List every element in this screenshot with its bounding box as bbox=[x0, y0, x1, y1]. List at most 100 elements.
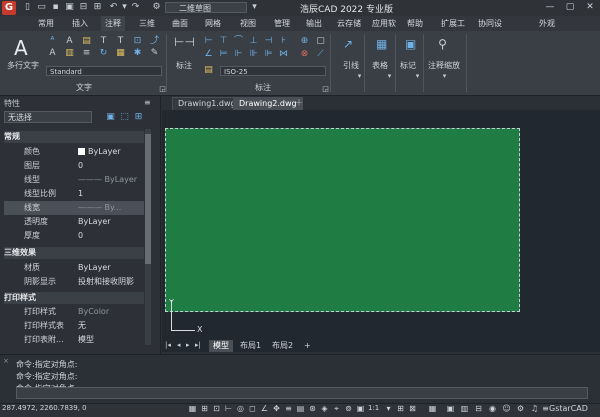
grid-icon[interactable]: ⊞ bbox=[200, 404, 209, 414]
text-mask-icon[interactable]: ⊡ bbox=[133, 37, 142, 46]
prop-row-color[interactable]: 颜色 ByLayer bbox=[4, 145, 144, 159]
lineweight-icon[interactable]: ≡ bbox=[284, 404, 293, 414]
selection-cycle-icon[interactable]: ⊛ bbox=[308, 404, 317, 414]
diameter-dim-icon[interactable]: ⊦ bbox=[279, 37, 288, 46]
tab-insert[interactable]: 插入 bbox=[68, 16, 92, 31]
text-edit-icon[interactable]: ✎ bbox=[150, 49, 159, 58]
settings-icon[interactable]: ⚙ bbox=[516, 404, 525, 414]
text-replace-icon[interactable]: ▦ bbox=[116, 49, 125, 58]
tab-manage[interactable]: 管理 bbox=[270, 16, 294, 31]
text-frame-icon[interactable]: ▥ bbox=[65, 49, 74, 58]
tab-surface[interactable]: 曲面 bbox=[168, 16, 192, 31]
hardware-accel-icon[interactable]: ▥ bbox=[460, 404, 469, 414]
text-arc-icon[interactable]: ⤴ bbox=[150, 37, 159, 46]
3d-osnap-icon[interactable]: ◈ bbox=[320, 404, 329, 414]
tolerance-icon[interactable]: ▢ bbox=[316, 37, 325, 46]
undo-dropdown-icon[interactable]: ▾ bbox=[119, 2, 130, 13]
prop-row-transparency[interactable]: 透明度 ByLayer bbox=[4, 215, 144, 229]
save-as-icon[interactable]: ▣ bbox=[64, 2, 75, 13]
tab-extend[interactable]: 扩展工 bbox=[437, 16, 469, 31]
markup-icon[interactable]: ▣ bbox=[405, 38, 416, 50]
text-justify-icon[interactable]: ≡ bbox=[82, 49, 91, 58]
single-line-text-icon[interactable]: A bbox=[48, 49, 57, 58]
snap-icon[interactable]: ⊡ bbox=[212, 404, 221, 414]
new-tab-icon[interactable]: ＋ bbox=[295, 97, 303, 108]
ortho-icon[interactable]: ⊢ bbox=[224, 404, 233, 414]
save-icon[interactable]: ▪ bbox=[50, 2, 61, 13]
toggle-pickadd-icon[interactable]: ▣ bbox=[105, 112, 116, 123]
close-button[interactable]: ✕ bbox=[580, 1, 600, 14]
dim-break-icon[interactable]: ⋈ bbox=[279, 50, 288, 59]
print-icon[interactable]: ⊟ bbox=[78, 2, 89, 13]
tab-mesh[interactable]: 网格 bbox=[201, 16, 225, 31]
dim-style-combo[interactable]: ISO-25 bbox=[220, 66, 326, 76]
table-icon[interactable]: ▦ bbox=[376, 38, 387, 50]
quick-dim-icon[interactable]: ⊪ bbox=[249, 50, 258, 59]
find-text-icon[interactable]: A bbox=[65, 37, 74, 46]
ordinate-dim-icon[interactable]: ⊥ bbox=[249, 37, 258, 46]
new-file-icon[interactable]: ▯ bbox=[22, 2, 33, 13]
tab-prev-icon[interactable]: ◂ bbox=[177, 341, 181, 349]
leader-icon[interactable]: ↗ bbox=[343, 38, 353, 50]
minimize-button[interactable]: — bbox=[540, 1, 560, 14]
table-button[interactable]: 表格 bbox=[372, 60, 388, 71]
open-folder-icon[interactable]: ▭ bbox=[36, 2, 47, 13]
dim-panel-launcher-icon[interactable]: ◲ bbox=[321, 85, 330, 94]
select-objects-icon[interactable]: ⬚ bbox=[119, 112, 130, 123]
lock-ui-icon[interactable]: ▦ bbox=[428, 404, 437, 414]
linear-dim-icon[interactable]: ⊢ bbox=[204, 37, 213, 46]
annotation-visibility-icon[interactable]: ⌖ bbox=[332, 404, 341, 414]
layout-tab-layout2[interactable]: 布局2 bbox=[268, 340, 297, 352]
tab-apps[interactable]: 应用软 bbox=[368, 16, 400, 31]
workspace-icon[interactable]: ⚙ bbox=[151, 2, 162, 13]
inspect-dim-icon[interactable]: ⊗ bbox=[300, 50, 309, 59]
otrack-icon[interactable]: ∠ bbox=[260, 404, 269, 414]
tab-next-icon[interactable]: ▸ bbox=[186, 341, 190, 349]
prop-row-linetype-scale[interactable]: 线型比例 1 bbox=[4, 187, 144, 201]
tab-help[interactable]: 帮助 bbox=[403, 16, 427, 31]
dimension-button[interactable]: 标注 bbox=[176, 60, 192, 71]
annotation-scale-readout[interactable]: 1:1 bbox=[368, 404, 379, 412]
palette-menu-icon[interactable]: ≡ bbox=[144, 98, 151, 107]
plot-icon[interactable]: ⊞ bbox=[92, 2, 103, 13]
section-plot-style[interactable]: 打印样式 bbox=[4, 292, 144, 304]
tab-last-icon[interactable]: ▸| bbox=[195, 341, 201, 349]
prop-row-thickness[interactable]: 厚度 0 bbox=[4, 229, 144, 243]
maximize-button[interactable]: ▢ bbox=[560, 1, 580, 14]
prop-row-plot-style-table[interactable]: 打印样式表 无 bbox=[4, 319, 144, 333]
multiline-text-icon[interactable]: A bbox=[14, 36, 28, 60]
text-style-icon[interactable]: ▤ bbox=[82, 37, 91, 46]
annotation-scale-dropdown-icon[interactable]: ▾ bbox=[440, 72, 449, 81]
markup-button[interactable]: 标记 bbox=[400, 60, 416, 71]
dim-space-icon[interactable]: ⊫ bbox=[264, 50, 273, 59]
tab-3d[interactable]: 三维 bbox=[135, 16, 159, 31]
tab-first-icon[interactable]: |◂ bbox=[165, 341, 171, 349]
polar-icon[interactable]: ◎ bbox=[236, 404, 245, 414]
section-3d-effects[interactable]: 三维效果 bbox=[4, 247, 144, 259]
annotation-monitor-icon[interactable]: ▣ bbox=[356, 404, 365, 414]
quick-select-icon[interactable]: ⊞ bbox=[133, 112, 144, 123]
radius-dim-icon[interactable]: ⊣ bbox=[264, 37, 273, 46]
baseline-dim-icon[interactable]: ⊨ bbox=[219, 50, 228, 59]
dynamic-input-icon[interactable]: ✥ bbox=[272, 404, 281, 414]
layout-tab-add[interactable]: + bbox=[300, 340, 315, 352]
dim-style-icon[interactable]: ▤ bbox=[204, 66, 213, 75]
tab-view[interactable]: 视图 bbox=[236, 16, 260, 31]
prop-row-material[interactable]: 材质 ByLayer bbox=[4, 261, 144, 275]
isolate-objects-icon[interactable]: ▣ bbox=[446, 404, 455, 414]
text-convert-icon[interactable]: ↻ bbox=[99, 49, 108, 58]
doc-tab-drawing2[interactable]: Drawing2.dwg bbox=[233, 97, 303, 111]
section-general[interactable]: 常规 bbox=[4, 131, 144, 143]
command-close-icon[interactable]: × bbox=[3, 357, 9, 365]
continue-dim-icon[interactable]: ⊩ bbox=[234, 50, 243, 59]
layout-tab-layout1[interactable]: 布局1 bbox=[236, 340, 265, 352]
jog-line-icon[interactable]: ⟋ bbox=[316, 50, 325, 59]
center-mark-icon[interactable]: ⊕ bbox=[300, 37, 309, 46]
aligned-dim-icon[interactable]: ⊤ bbox=[219, 37, 228, 46]
properties-scrollbar-thumb[interactable] bbox=[145, 134, 151, 264]
prop-row-plot-table-attach[interactable]: 打印表附... 模型 bbox=[4, 333, 144, 347]
prop-row-plot-style[interactable]: 打印样式 ByColor bbox=[4, 305, 144, 319]
tips-icon[interactable]: ◉ bbox=[488, 404, 497, 414]
layout-tab-model[interactable]: 模型 bbox=[209, 340, 233, 352]
doc-tab-drawing1[interactable]: Drawing1.dwg bbox=[172, 97, 242, 111]
